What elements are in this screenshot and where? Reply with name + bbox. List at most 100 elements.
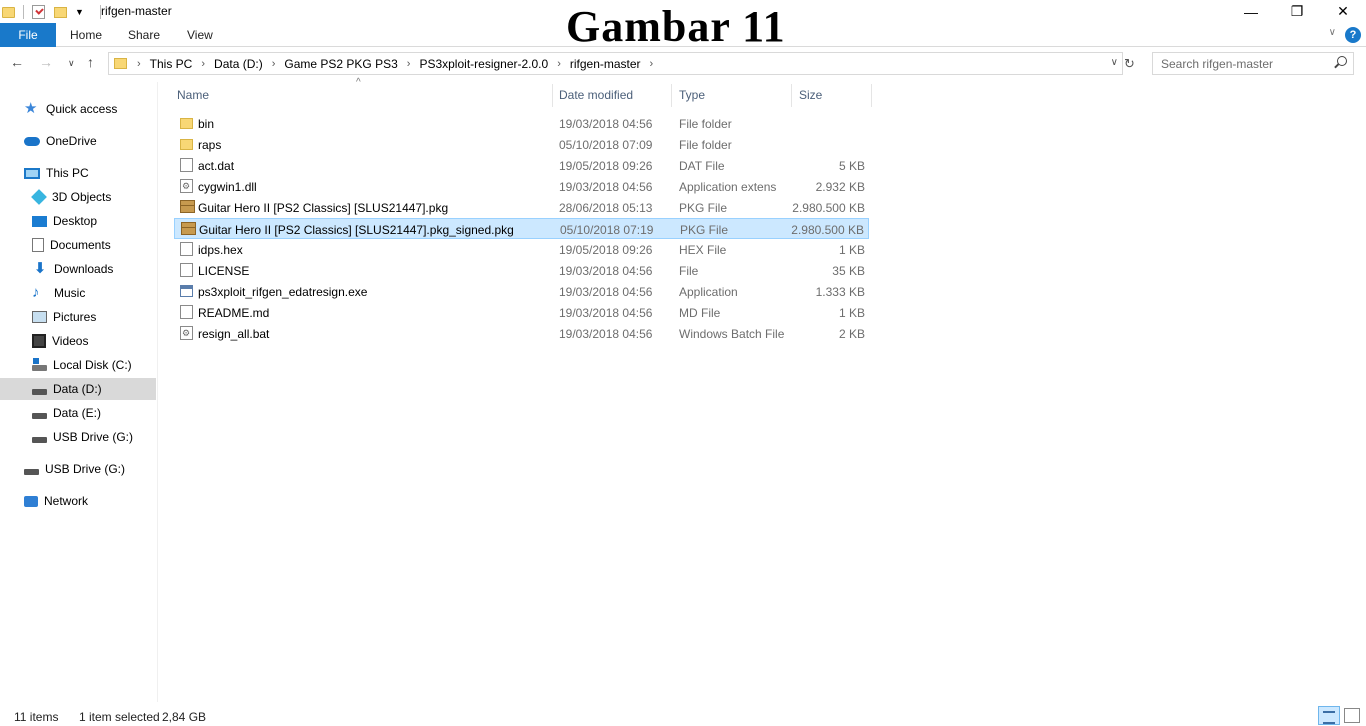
cloud-icon [24, 136, 40, 146]
file-date: 19/05/2018 09:26 [559, 243, 653, 257]
divider [23, 5, 24, 19]
help-icon[interactable]: ? [1345, 27, 1361, 43]
table-row[interactable]: README.md 19/03/2018 04:56 MD File 1 KB [174, 302, 869, 323]
search-icon[interactable] [1337, 56, 1347, 66]
sidebar-item-desktop[interactable]: Desktop [32, 210, 188, 232]
tab-home[interactable]: Home [70, 23, 102, 47]
sidebar-item-label: USB Drive (G:) [53, 430, 134, 444]
selection-size: 2,84 GB [162, 710, 207, 724]
sidebar-item-onedrive[interactable]: OneDrive [24, 130, 180, 152]
star-icon: ★ [24, 100, 38, 117]
breadcrumb-this-pc[interactable]: This PC [150, 57, 193, 71]
status-bar: 11 items 1 item selected 2,84 GB [0, 704, 1366, 726]
tab-share[interactable]: Share [128, 23, 160, 47]
drive-icon [32, 412, 47, 419]
file-name: idps.hex [198, 243, 243, 257]
breadcrumb-rifgen-master[interactable]: rifgen-master [570, 57, 641, 71]
videos-icon [32, 334, 46, 348]
table-row[interactable]: act.dat 19/05/2018 09:26 DAT File 5 KB [174, 155, 869, 176]
file-name: raps [198, 138, 222, 152]
file-name: LICENSE [198, 264, 250, 278]
table-row[interactable]: cygwin1.dll 19/03/2018 04:56 Application… [174, 176, 869, 197]
table-row[interactable]: ps3xploit_rifgen_edatresign.exe 19/03/20… [174, 281, 869, 302]
refresh-icon[interactable]: ↻ [1124, 56, 1135, 72]
sidebar-item-data-d[interactable]: Data (D:) [0, 378, 156, 400]
sidebar-item-documents[interactable]: Documents [32, 234, 188, 256]
sidebar-item-videos[interactable]: Videos [32, 330, 188, 352]
search-box[interactable] [1152, 52, 1354, 75]
minimize-button[interactable]: — [1228, 0, 1274, 23]
table-row-selected[interactable]: Guitar Hero II [PS2 Classics] [SLUS21447… [174, 218, 869, 239]
large-icons-view-icon[interactable] [1344, 708, 1360, 723]
sidebar-item-label: USB Drive (G:) [45, 462, 126, 476]
breadcrumb-separator[interactable]: › [557, 58, 561, 70]
table-row[interactable]: resign_all.bat 19/03/2018 04:56 Windows … [174, 323, 869, 344]
column-header-size[interactable]: Size [792, 84, 872, 107]
table-row[interactable]: bin 19/03/2018 04:56 File folder [174, 113, 869, 134]
forward-arrow-icon[interactable]: → [39, 54, 53, 70]
file-date: 19/05/2018 09:26 [559, 159, 653, 173]
file-type: HEX File [679, 243, 727, 257]
breadcrumb-separator[interactable]: › [201, 58, 205, 70]
breadcrumb-separator[interactable]: › [407, 58, 411, 70]
file-name: README.md [198, 306, 270, 320]
file-type: File folder [679, 138, 732, 152]
breadcrumb-separator[interactable]: › [272, 58, 276, 70]
customize-toolbar-dropdown-icon[interactable]: ▼ [75, 7, 84, 17]
file-size: 1 KB [838, 243, 865, 257]
sidebar-item-network[interactable]: Network [24, 490, 180, 512]
sidebar-item-label: OneDrive [46, 134, 97, 148]
column-header-type[interactable]: Type [672, 84, 792, 107]
details-view-icon[interactable] [1318, 706, 1340, 725]
breadcrumb-data-d[interactable]: Data (D:) [214, 57, 263, 71]
back-arrow-icon[interactable]: ← [10, 54, 24, 70]
sidebar-item-data-e[interactable]: Data (E:) [32, 402, 188, 424]
package-icon [180, 200, 195, 213]
column-header-name[interactable]: Name [170, 84, 553, 107]
table-row[interactable]: LICENSE 19/03/2018 04:56 File 35 KB [174, 260, 869, 281]
drive-icon [32, 436, 47, 443]
breadcrumb-separator[interactable]: › [137, 58, 141, 70]
sidebar-item-label: Data (E:) [53, 406, 102, 420]
breadcrumb-separator[interactable]: › [650, 58, 654, 70]
breadcrumb-game-folder[interactable]: Game PS2 PKG PS3 [284, 57, 397, 71]
maximize-button[interactable]: ❐ [1274, 0, 1320, 23]
ribbon-tabs: File Home Share View ∨ ? [0, 23, 1366, 47]
search-input[interactable] [1153, 53, 1323, 74]
table-row[interactable]: raps 05/10/2018 07:09 File folder [174, 134, 869, 155]
sidebar-item-label: Data (D:) [53, 382, 102, 396]
sidebar-item-usb-drive-g[interactable]: USB Drive (G:) [32, 426, 188, 448]
recent-locations-chevron-icon[interactable]: ∨ [68, 58, 75, 69]
sidebar-item-label: Network [44, 494, 89, 508]
sidebar-item-usb-drive-g-root[interactable]: USB Drive (G:) [24, 458, 180, 480]
sidebar-item-local-disk-c[interactable]: Local Disk (C:) [32, 354, 188, 376]
file-type: DAT File [679, 159, 725, 173]
file-date: 28/06/2018 05:13 [559, 201, 653, 215]
file-name: Guitar Hero II [PS2 Classics] [SLUS21447… [199, 223, 514, 237]
close-button[interactable]: ✕ [1320, 0, 1366, 23]
dll-icon [180, 179, 193, 193]
sidebar-item-quick-access[interactable]: ★ Quick access [24, 98, 180, 120]
expand-ribbon-icon[interactable]: ∨ [1329, 27, 1336, 38]
table-row[interactable]: idps.hex 19/05/2018 09:26 HEX File 1 KB [174, 239, 869, 260]
properties-icon[interactable] [32, 5, 45, 19]
sidebar-item-label: Downloads [54, 262, 114, 276]
column-header-date-modified[interactable]: Date modified [552, 84, 672, 107]
address-dropdown-icon[interactable]: ∨ [1111, 57, 1118, 68]
title-bar: ▼ rifgen-master Gambar 11 — ❐ ✕ [0, 0, 1366, 51]
sidebar-item-music[interactable]: ♪ Music [32, 282, 188, 304]
up-arrow-icon[interactable]: ↑ [87, 54, 94, 70]
address-bar[interactable]: › This PC › Data (D:) › Game PS2 PKG PS3… [108, 52, 1123, 75]
breadcrumb-resigner[interactable]: PS3xploit-resigner-2.0.0 [419, 57, 548, 71]
sidebar-item-3d-objects[interactable]: 3D Objects [31, 186, 188, 208]
table-row[interactable]: Guitar Hero II [PS2 Classics] [SLUS21447… [174, 197, 869, 218]
file-type: Application [679, 285, 738, 299]
item-count: 11 items [14, 710, 59, 724]
sidebar-item-pictures[interactable]: Pictures [32, 306, 188, 328]
folder-icon [114, 58, 127, 69]
sidebar-item-downloads[interactable]: ⬇ Downloads [32, 258, 188, 280]
tab-file[interactable]: File [0, 23, 56, 47]
new-folder-icon[interactable] [54, 6, 67, 18]
tab-view[interactable]: View [187, 23, 213, 47]
sidebar-item-this-pc[interactable]: This PC [24, 162, 180, 184]
